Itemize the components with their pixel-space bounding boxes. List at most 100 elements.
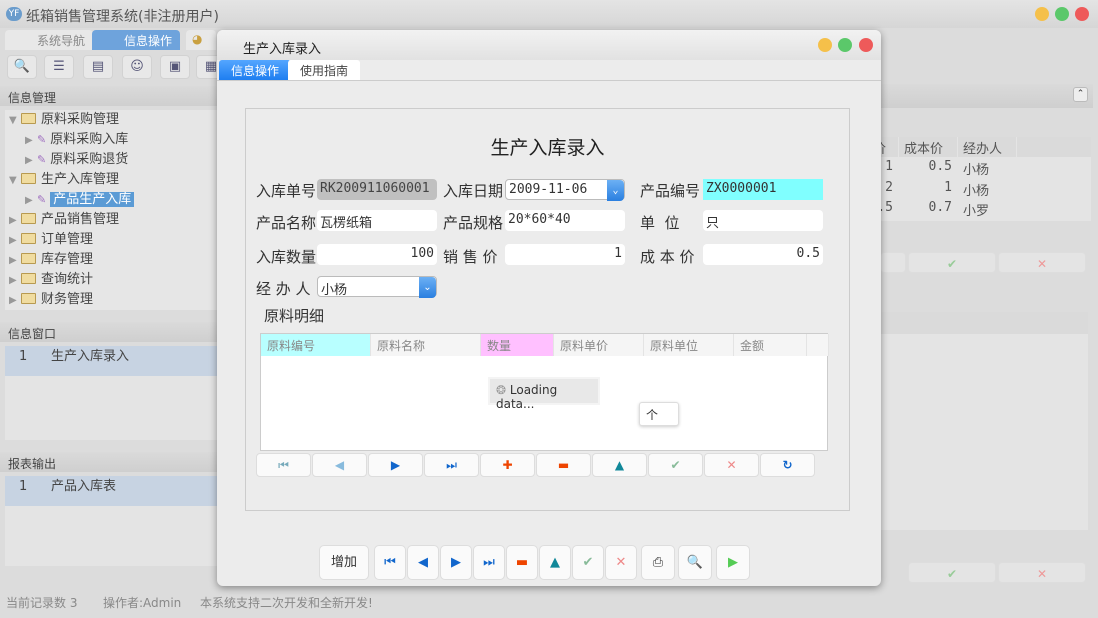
folder-icon <box>21 213 36 224</box>
maximize-button[interactable] <box>1055 7 1069 21</box>
column-header[interactable]: 金额 <box>734 334 807 356</box>
minus-icon: ▬ <box>516 555 528 570</box>
unit-field[interactable]: 只 <box>703 210 823 231</box>
tab-other[interactable]: ◕ <box>186 30 216 50</box>
printer-icon: ⎙ <box>653 555 663 570</box>
dialog-minimize-button[interactable] <box>818 38 832 52</box>
run-button[interactable]: ▶ <box>716 545 750 580</box>
detail-next-button[interactable]: ▶ <box>368 453 423 477</box>
print-button[interactable]: ⎙ <box>641 545 675 580</box>
detail-cancel-button[interactable]: ✕ <box>704 453 759 477</box>
list-tool-button[interactable]: ☰ <box>44 55 74 79</box>
tab-system-nav[interactable]: 系统导航 <box>5 30 93 50</box>
document-tool-button[interactable]: ▤ <box>83 55 113 79</box>
tree-node-folder[interactable]: ▶财务管理 <box>9 290 93 310</box>
qty-field[interactable]: 100 <box>317 244 437 265</box>
table-cell: 0.5 <box>899 158 957 178</box>
tree-node-folder[interactable]: ▼原料采购管理 <box>9 110 119 130</box>
tab-divider <box>217 80 881 81</box>
edit-button[interactable]: ▲ <box>539 545 571 580</box>
detail-prev-button[interactable]: ◀ <box>312 453 367 477</box>
info-window-grid: 1生产入库录入 <box>5 346 217 440</box>
collapse-icon[interactable]: ⌃ <box>1073 87 1088 102</box>
tree-node-folder[interactable]: ▶查询统计 <box>9 270 93 290</box>
first-icon: ⏮ <box>384 555 396 570</box>
bg-confirm-button[interactable]: ✔ <box>908 252 996 273</box>
column-header[interactable]: 原料名称 <box>371 334 481 356</box>
bg-button[interactable] <box>880 252 906 273</box>
bg-cancel-button-2[interactable]: ✕ <box>998 562 1086 583</box>
save-button[interactable]: ✔ <box>572 545 604 580</box>
spec-field[interactable]: 20*60*40 <box>505 210 625 231</box>
date-picker[interactable]: 2009-11-06 ⌄ <box>505 179 625 200</box>
list-icon: ☰ <box>53 59 65 74</box>
column-header[interactable]: 原料单价 <box>554 334 644 356</box>
next-icon: ▶ <box>391 458 400 472</box>
tree-node-folder[interactable]: ▼生产入库管理 <box>9 170 119 190</box>
tab-info-ops[interactable]: 信息操作 <box>92 30 180 50</box>
bg-cancel-button[interactable]: ✕ <box>998 252 1086 273</box>
table-row[interactable]: 1生产入库录入 <box>5 346 217 376</box>
detail-first-button[interactable]: ⏮ <box>256 453 311 477</box>
tree-node-leaf-selected[interactable]: ▶✎产品生产入库 <box>25 190 134 210</box>
table-cell: 1 <box>899 179 957 199</box>
tree-label: 产品生产入库 <box>50 192 134 207</box>
tree-label: 原料采购入库 <box>50 132 128 147</box>
dialog-tab-guide[interactable]: 使用指南 <box>288 60 360 80</box>
prev-icon: ◀ <box>335 458 344 472</box>
handler-label: 经 办 人 <box>256 278 311 299</box>
price-field[interactable]: 1 <box>505 244 625 265</box>
add-button[interactable]: 增加 <box>319 545 369 580</box>
panel-header-report: 报表输出 <box>0 452 218 472</box>
dialog-close-button[interactable] <box>859 38 873 52</box>
tree-label: 财务管理 <box>41 292 93 307</box>
minimize-button[interactable] <box>1035 7 1049 21</box>
detail-refresh-button[interactable]: ↻ <box>760 453 815 477</box>
search-tool-button[interactable]: 🔍 <box>7 55 37 79</box>
dialog-maximize-button[interactable] <box>838 38 852 52</box>
next-record-button[interactable]: ▶ <box>440 545 472 580</box>
table-cell: 小罗 <box>958 199 1016 219</box>
bg-confirm-button-2[interactable]: ✔ <box>908 562 996 583</box>
x-icon: ✕ <box>1037 257 1047 271</box>
first-record-button[interactable]: ⏮ <box>374 545 406 580</box>
tree-node-folder[interactable]: ▶产品销售管理 <box>9 210 119 230</box>
product-code-field[interactable]: ZX0000001 <box>703 179 823 200</box>
chevron-down-icon[interactable]: ⌄ <box>419 277 436 298</box>
detail-add-button[interactable]: ✚ <box>480 453 535 477</box>
column-header[interactable]: 原料编号 <box>261 334 371 356</box>
tree-node-folder[interactable]: ▶库存管理 <box>9 250 93 270</box>
window-icon: ▦ <box>205 59 217 74</box>
tree-node-folder[interactable]: ▶订单管理 <box>9 230 93 250</box>
cancel-button[interactable]: ✕ <box>605 545 637 580</box>
monitor-tool-button[interactable]: ▣ <box>160 55 190 79</box>
report-grid: 1产品入库表 <box>5 476 217 566</box>
column-header[interactable]: 原料单位 <box>644 334 734 356</box>
cost-field[interactable]: 0.5 <box>703 244 823 265</box>
close-button[interactable] <box>1075 7 1089 21</box>
dialog-tab-info-ops[interactable]: 信息操作 <box>219 60 291 80</box>
product-name-field[interactable]: 瓦楞纸箱 <box>317 210 437 231</box>
product-name-label: 产品名称 <box>256 212 316 233</box>
detail-edit-button[interactable]: ▲ <box>592 453 647 477</box>
handler-select[interactable]: 小杨⌄ <box>317 276 437 297</box>
tree-node-leaf[interactable]: ▶✎原料采购退货 <box>25 150 128 170</box>
plus-icon: ✚ <box>502 458 512 472</box>
detail-last-button[interactable]: ⏭ <box>424 453 479 477</box>
table-row[interactable]: 1产品入库表 <box>5 476 217 506</box>
last-record-button[interactable]: ⏭ <box>473 545 505 580</box>
detail-confirm-button[interactable]: ✔ <box>648 453 703 477</box>
preview-button[interactable]: 🔍 <box>678 545 712 580</box>
row-label: 生产入库录入 <box>51 346 129 368</box>
prev-record-button[interactable]: ◀ <box>407 545 439 580</box>
tree-label: 订单管理 <box>41 232 93 247</box>
order-no-field[interactable]: RK200911060001 <box>317 179 437 200</box>
delete-button[interactable]: ▬ <box>506 545 538 580</box>
chevron-down-icon[interactable]: ⌄ <box>607 180 624 201</box>
row-label: 产品入库表 <box>51 476 116 498</box>
user-tool-button[interactable]: ☺ <box>122 55 152 79</box>
detail-delete-button[interactable]: ▬ <box>536 453 591 477</box>
date-value: 2009-11-06 <box>509 182 587 197</box>
column-header[interactable]: 数量 <box>481 334 554 356</box>
tree-node-leaf[interactable]: ▶✎原料采购入库 <box>25 130 128 150</box>
